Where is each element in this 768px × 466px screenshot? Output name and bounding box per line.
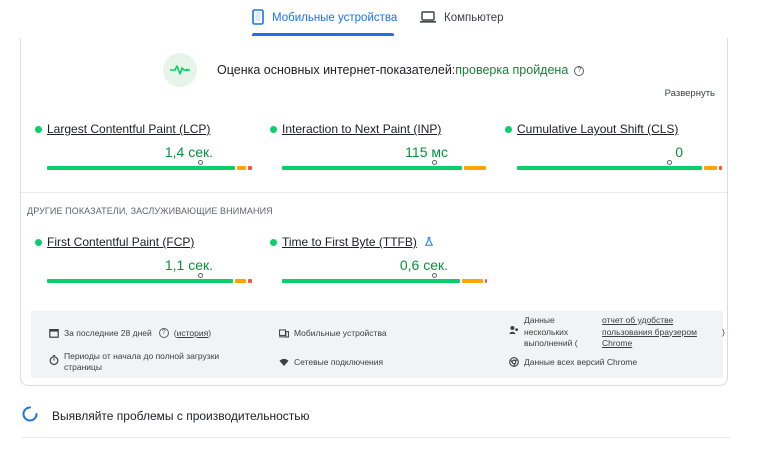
diagnose-title: Выявляйте проблемы с производительностью <box>52 408 310 423</box>
crux-report-link[interactable]: отчет об удобстве пользования браузером … <box>602 315 714 350</box>
good-status-dot <box>270 125 277 133</box>
metric-cls: Cumulative Layout Shift (CLS) 0 <box>505 122 722 170</box>
metric-cls-link[interactable]: Cumulative Layout Shift (CLS) <box>517 122 678 136</box>
metric-fcp-bar <box>47 273 252 283</box>
good-status-dot <box>505 125 512 133</box>
metric-marker <box>667 160 672 165</box>
tab-desktop-label: Компьютер <box>444 12 504 24</box>
metric-marker <box>198 273 203 278</box>
wifi-icon <box>279 357 289 367</box>
smartphone-icon <box>252 8 264 28</box>
info-chrome-versions: Данные всех версий Chrome <box>509 357 637 367</box>
section-divider <box>21 192 727 193</box>
metric-lcp-value: 1,4 сек. <box>164 144 213 160</box>
bottom-divider <box>22 437 730 438</box>
metric-marker <box>432 160 437 165</box>
metric-marker <box>432 273 437 278</box>
metric-ttfb-link[interactable]: Time to First Byte (TTFB) <box>282 235 417 249</box>
tab-desktop[interactable]: Компьютер <box>420 0 504 36</box>
active-tab-indicator <box>252 33 394 36</box>
metric-inp-link[interactable]: Interaction to Next Paint (INP) <box>282 122 441 136</box>
cwv-title: Оценка основных интернет-показателей:про… <box>217 63 585 77</box>
pulse-icon <box>163 53 197 87</box>
metric-cls-value: 0 <box>675 144 683 160</box>
metric-ttfb: Time to First Byte (TTFB) 0,6 сек. <box>270 235 487 283</box>
laptop-icon <box>420 10 436 26</box>
good-status-dot <box>270 238 277 246</box>
metric-fcp: First Contentful Paint (FCP) 1,1 сек. <box>35 235 252 283</box>
metric-inp: Interaction to Next Paint (INP) 115 мс <box>270 122 486 170</box>
cwv-status: проверка пройдена <box>455 63 569 77</box>
metric-ttfb-bar <box>282 273 487 283</box>
device-tabs: Мобильные устройства Компьютер <box>0 0 768 38</box>
info-period: За последние 28 дней ? (история) <box>49 328 211 338</box>
metric-lcp-link[interactable]: Largest Contentful Paint (LCP) <box>47 122 210 136</box>
users-icon <box>509 325 519 335</box>
tab-mobile-label: Мобильные устройства <box>272 12 398 24</box>
metric-fcp-link[interactable]: First Contentful Paint (FCP) <box>47 235 194 249</box>
info-load-periods: Периоды от начала до полной загрузки стр… <box>49 351 234 373</box>
experimental-flask-icon <box>424 235 433 249</box>
info-data-source: Данные нескольких выполнений ( отчет об … <box>509 315 725 350</box>
cwv-card: Оценка основных интернет-показателей:про… <box>20 38 728 386</box>
metric-lcp: Largest Contentful Paint (LCP) 1,4 сек. <box>35 122 252 170</box>
good-status-dot <box>35 238 42 246</box>
loading-spinner-icon <box>22 406 38 425</box>
expand-button[interactable]: Развернуть <box>665 88 715 99</box>
other-metrics-heading: ДРУГИЕ ПОКАЗАТЕЛИ, ЗАСЛУЖИВАЮЩИЕ ВНИМАНИ… <box>27 206 273 216</box>
field-data-info: За последние 28 дней ? (история) Периоды… <box>31 311 725 378</box>
metric-cls-bar <box>517 160 722 170</box>
metric-fcp-value: 1,1 сек. <box>164 257 213 273</box>
metric-lcp-bar <box>47 160 252 170</box>
cwv-header: Оценка основных интернет-показателей:про… <box>163 52 585 88</box>
stopwatch-icon <box>49 355 59 365</box>
info-network: Сетевые подключения <box>279 357 383 367</box>
info-device: Мобильные устройства <box>279 328 387 338</box>
good-status-dot <box>35 125 42 133</box>
calendar-icon <box>49 328 59 338</box>
diagnose-section[interactable]: Выявляйте проблемы с производительностью <box>22 406 310 425</box>
tab-mobile[interactable]: Мобильные устройства <box>252 0 397 36</box>
metric-inp-bar <box>282 160 486 170</box>
metric-inp-value: 115 мс <box>405 144 448 160</box>
period-help-icon[interactable]: ? <box>158 328 169 338</box>
metric-ttfb-value: 0,6 сек. <box>399 257 448 273</box>
help-icon[interactable]: ? <box>574 65 585 76</box>
metric-marker <box>198 160 203 165</box>
history-link[interactable]: история <box>177 328 209 338</box>
chrome-icon <box>509 357 519 367</box>
devices-icon <box>279 328 289 338</box>
